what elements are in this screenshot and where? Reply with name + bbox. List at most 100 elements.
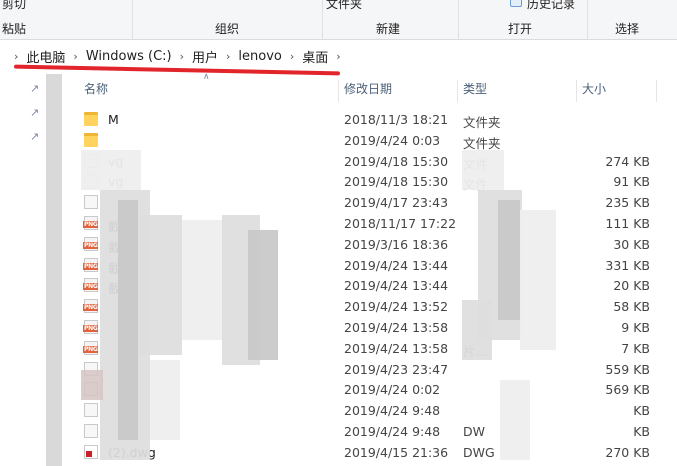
file-date: 2019/4/24 13:58: [344, 340, 449, 356]
breadcrumb-users[interactable]: 用户: [192, 47, 218, 66]
ribbon: 剪切 粘贴 组织 文件夹 新建 历史记录 打开 选择: [0, 0, 677, 40]
file-date: 2019/4/17 23:43: [344, 195, 449, 211]
file-size: 331 KB: [605, 257, 650, 273]
file-row[interactable]: 2019/4/17 23:43 235 KB: [76, 192, 677, 213]
privacy-mosaic: [81, 370, 103, 400]
chevron-right-icon[interactable]: ›: [180, 50, 184, 63]
file-size: 20 KB: [613, 278, 650, 294]
file-date: 2019/4/24 0:03: [344, 132, 441, 148]
png-icon: PNG: [83, 257, 99, 272]
file-icon: [84, 403, 98, 418]
png-icon: PNG: [83, 340, 99, 355]
pin-icon[interactable]: ↗: [30, 106, 39, 119]
file-type: DWG: [463, 444, 495, 460]
chevron-right-icon[interactable]: ›: [226, 50, 230, 63]
privacy-mosaic: [81, 150, 141, 190]
ribbon-group-organize: 组织: [215, 22, 240, 36]
ribbon-group-new: 新建: [376, 22, 401, 36]
privacy-mosaic: [462, 150, 504, 190]
file-date: 2019/4/18 15:30: [344, 153, 449, 169]
privacy-mosaic: [520, 210, 556, 350]
png-icon: PNG: [83, 236, 99, 251]
file-date: 2019/4/18 15:30: [344, 174, 449, 190]
breadcrumb-lenovo[interactable]: lenovo: [238, 49, 281, 64]
png-icon: PNG: [83, 319, 99, 334]
file-date: 2019/4/24 13:44: [344, 257, 449, 273]
png-icon: PNG: [83, 299, 99, 314]
file-size: 7 KB: [621, 340, 650, 356]
file-size: 559 KB: [605, 361, 650, 377]
column-divider[interactable]: [457, 80, 458, 102]
new-folder-button[interactable]: 文件夹: [326, 0, 362, 12]
column-header-name[interactable]: 名称: [80, 80, 338, 102]
file-type: 文件夹: [463, 135, 501, 151]
file-row[interactable]: vg2019/4/18 15:30文件91 KB: [76, 171, 677, 192]
column-divider[interactable]: [576, 80, 577, 102]
privacy-mosaic: [248, 230, 278, 360]
privacy-mosaic: [462, 300, 492, 360]
file-date: 2019/4/24 13:58: [344, 319, 449, 335]
navigation-scrollbar[interactable]: [46, 74, 62, 466]
ribbon-group-open: 打开: [508, 22, 533, 36]
file-size: 9 KB: [621, 319, 650, 335]
file-row[interactable]: 2019/4/24 0:03 文件夹: [76, 130, 677, 151]
file-size: 111 KB: [605, 215, 650, 231]
file-size: 58 KB: [613, 299, 650, 315]
file-date: 2019/4/15 21:36: [344, 444, 449, 460]
chevron-right-icon[interactable]: ›: [336, 50, 340, 63]
file-date: 2018/11/17 17:22: [344, 215, 457, 231]
ribbon-divider: [132, 0, 133, 40]
privacy-mosaic: [140, 215, 182, 355]
breadcrumb-drive-c[interactable]: Windows (C:): [86, 49, 172, 64]
chevron-right-icon[interactable]: ›: [73, 50, 77, 63]
column-header-type[interactable]: 类型: [459, 80, 575, 102]
ribbon-divider: [322, 0, 323, 40]
file-size: 274 KB: [605, 153, 650, 169]
file-type: 文件夹: [463, 115, 501, 130]
column-header-date[interactable]: 修改日期: [340, 80, 456, 102]
chevron-right-icon[interactable]: ›: [290, 50, 294, 63]
file-icon: [84, 423, 98, 438]
pin-icon[interactable]: ↗: [30, 130, 39, 143]
file-size: KB: [633, 423, 650, 439]
privacy-mosaic: [118, 200, 138, 440]
file-size: 30 KB: [613, 236, 650, 252]
privacy-mosaic: [498, 200, 520, 320]
privacy-mosaic: [500, 380, 530, 460]
chevron-right-icon: ›: [14, 49, 19, 63]
file-date: 2019/3/16 18:36: [344, 236, 449, 252]
file-icon: [84, 195, 98, 210]
ribbon-divider: [587, 0, 588, 40]
paste-button[interactable]: 粘贴: [2, 20, 26, 37]
folder-icon: [84, 132, 98, 147]
breadcrumb-this-pc[interactable]: 此电脑: [26, 47, 65, 66]
file-row[interactable]: (2).dwg2019/4/15 21:36DWG270 KB: [76, 442, 677, 463]
file-date: 2019/4/23 23:47: [344, 361, 449, 377]
privacy-mosaic: [150, 360, 180, 440]
file-date: 2019/4/24 13:44: [344, 278, 449, 294]
file-name: M: [108, 112, 119, 127]
png-icon: PNG: [83, 278, 99, 293]
file-type: DW: [463, 423, 485, 439]
pin-icon[interactable]: ↗: [30, 82, 39, 95]
breadcrumb-desktop[interactable]: 桌面: [302, 47, 328, 66]
cut-button[interactable]: 剪切: [2, 0, 26, 12]
file-size: 235 KB: [605, 195, 650, 211]
ribbon-group-select: 选择: [615, 22, 640, 36]
file-size: 569 KB: [605, 382, 650, 398]
file-date: 2019/4/24 9:48: [344, 423, 441, 439]
file-date: 2019/4/24 9:48: [344, 403, 441, 419]
png-icon: PNG: [83, 215, 99, 230]
address-bar[interactable]: › 此电脑 › Windows (C:) › 用户 › lenovo › 桌面 …: [0, 43, 677, 69]
history-icon: [510, 0, 522, 7]
file-row[interactable]: vg2019/4/18 15:30文件274 KB: [76, 151, 677, 172]
ribbon-divider: [458, 0, 459, 40]
file-row[interactable]: M 2018/11/3 18:21 文件夹: [76, 109, 677, 130]
history-button[interactable]: 历史记录: [527, 0, 575, 12]
file-size: 91 KB: [613, 174, 650, 190]
column-divider[interactable]: [338, 80, 339, 102]
column-header-size[interactable]: 大小: [578, 80, 656, 102]
column-divider[interactable]: [656, 80, 657, 102]
file-size: 270 KB: [605, 444, 650, 460]
file-size: KB: [633, 403, 650, 419]
